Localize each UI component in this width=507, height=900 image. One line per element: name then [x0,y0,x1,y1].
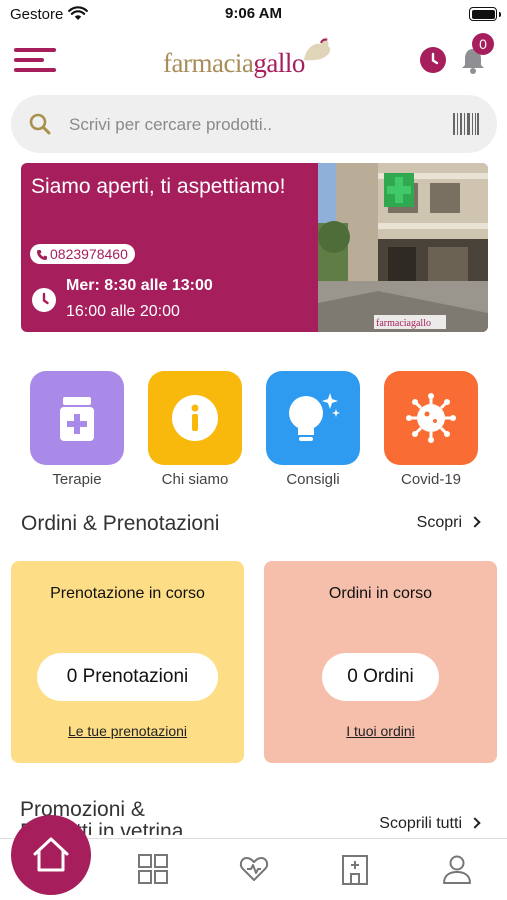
home-icon [33,837,69,872]
orders-section-title: Ordini & Prenotazioni [21,512,220,535]
app-header: farmaciagallo 0 [0,30,507,90]
bookings-card-title: Prenotazione in corso [50,585,205,602]
pharmacy-icon [342,855,368,885]
nav-profile-button[interactable] [440,852,474,886]
hamburger-menu-button[interactable] [14,46,58,74]
category-consigli[interactable]: Consigli [266,371,360,488]
orders-link[interactable]: I tuoi ordini [264,723,497,739]
orders-count[interactable]: 0 Ordini [322,653,439,701]
clock-icon [431,52,439,65]
category-label: Terapie [52,471,102,488]
chevron-right-icon [469,817,481,829]
app-logo: farmaciagallo [163,48,305,78]
category-tile-terapie[interactable] [30,371,124,465]
virus-icon [406,393,456,443]
lightbulb-icon [289,393,340,441]
bookings-link[interactable]: Le tue prenotazioni [11,723,244,739]
category-covid[interactable]: Covid-19 [384,371,478,488]
photo-caption: farmaciagallo [376,318,431,329]
notifications-badge: 0 [472,33,494,55]
orders-card[interactable]: Ordini in corso 0 Ordini I tuoi ordini [264,561,497,763]
category-label: Consigli [286,471,340,488]
heart-care-icon [239,857,269,881]
category-label: Covid-19 [400,471,462,488]
phone-icon [37,250,47,260]
opening-hours-morning: Mer: 8:30 alle 13:00 [66,277,213,294]
bookings-card[interactable]: Prenotazione in corso 0 Prenotazioni Le … [11,561,244,763]
category-chi-siamo[interactable]: Chi siamo [148,371,242,488]
status-bar: Gestore 9:06 AM [0,0,507,30]
bookings-count[interactable]: 0 Prenotazioni [37,653,218,701]
banner-title: Siamo aperti, ti aspettiamo! [31,175,286,198]
opening-hours-afternoon: 16:00 alle 20:00 [66,303,180,320]
orders-card-title: Ordini in corso [328,585,433,602]
nav-catalog-button[interactable] [136,852,170,886]
logo-rooster-icon [304,37,331,61]
nav-pharmacy-button[interactable] [338,852,372,886]
profile-icon [443,855,471,884]
category-tile-consigli[interactable] [266,371,360,465]
info-icon [172,395,218,441]
phone-number: 0823978460 [50,246,128,262]
opening-hours-button[interactable] [420,47,446,73]
opening-banner: Siamo aperti, ti aspettiamo! 0823978460 … [21,163,488,332]
nav-health-button[interactable] [237,852,271,886]
grid-icon [138,854,168,884]
nav-home-button[interactable] [11,815,91,895]
category-tile-chi-siamo[interactable] [148,371,242,465]
category-label: Chi siamo [161,471,229,488]
medicine-jar-icon [60,397,94,441]
phone-button[interactable]: 0823978460 [30,244,135,264]
pharmacy-storefront-photo: farmaciagallo [318,163,488,332]
chevron-right-icon [469,516,481,528]
barcode-scanner-icon[interactable] [453,113,479,135]
category-tile-covid[interactable] [384,371,478,465]
category-terapie[interactable]: Terapie [30,371,124,488]
search-bar[interactable]: Scrivi per cercare prodotti.. [11,95,497,153]
battery-icon [469,7,501,21]
clock-time: 9:06 AM [225,5,282,22]
search-icon [29,113,51,135]
clock-icon [32,288,56,312]
promo-discover-link[interactable]: Scoprili tutti [379,815,481,833]
search-placeholder: Scrivi per cercare prodotti.. [69,115,273,134]
orders-discover-link[interactable]: Scopri [417,514,481,532]
